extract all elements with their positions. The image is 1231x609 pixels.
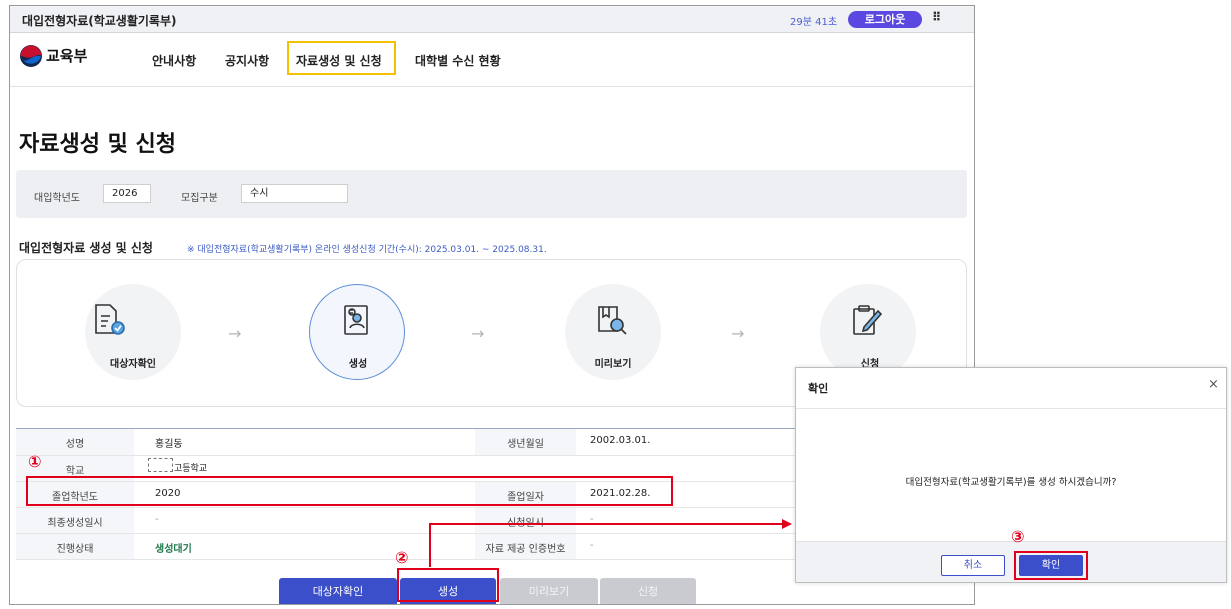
annotation-box-3 [1014,551,1088,580]
cancel-button[interactable]: 취소 [941,555,1005,576]
close-icon[interactable]: × [1208,377,1219,392]
dialog-header-divider [796,408,1226,409]
dialog-title: 확인 [808,382,829,395]
dialog-message: 대입전형자료(학교생활기록부)를 생성 하시겠습니까? [905,477,1117,488]
dialog-footer [796,541,1226,582]
annotation-number-3: ③ [1011,527,1025,546]
confirm-dialog: 확인 × 대입전형자료(학교생활기록부)를 생성 하시겠습니까? 취소 확인 ③ [795,367,1227,583]
